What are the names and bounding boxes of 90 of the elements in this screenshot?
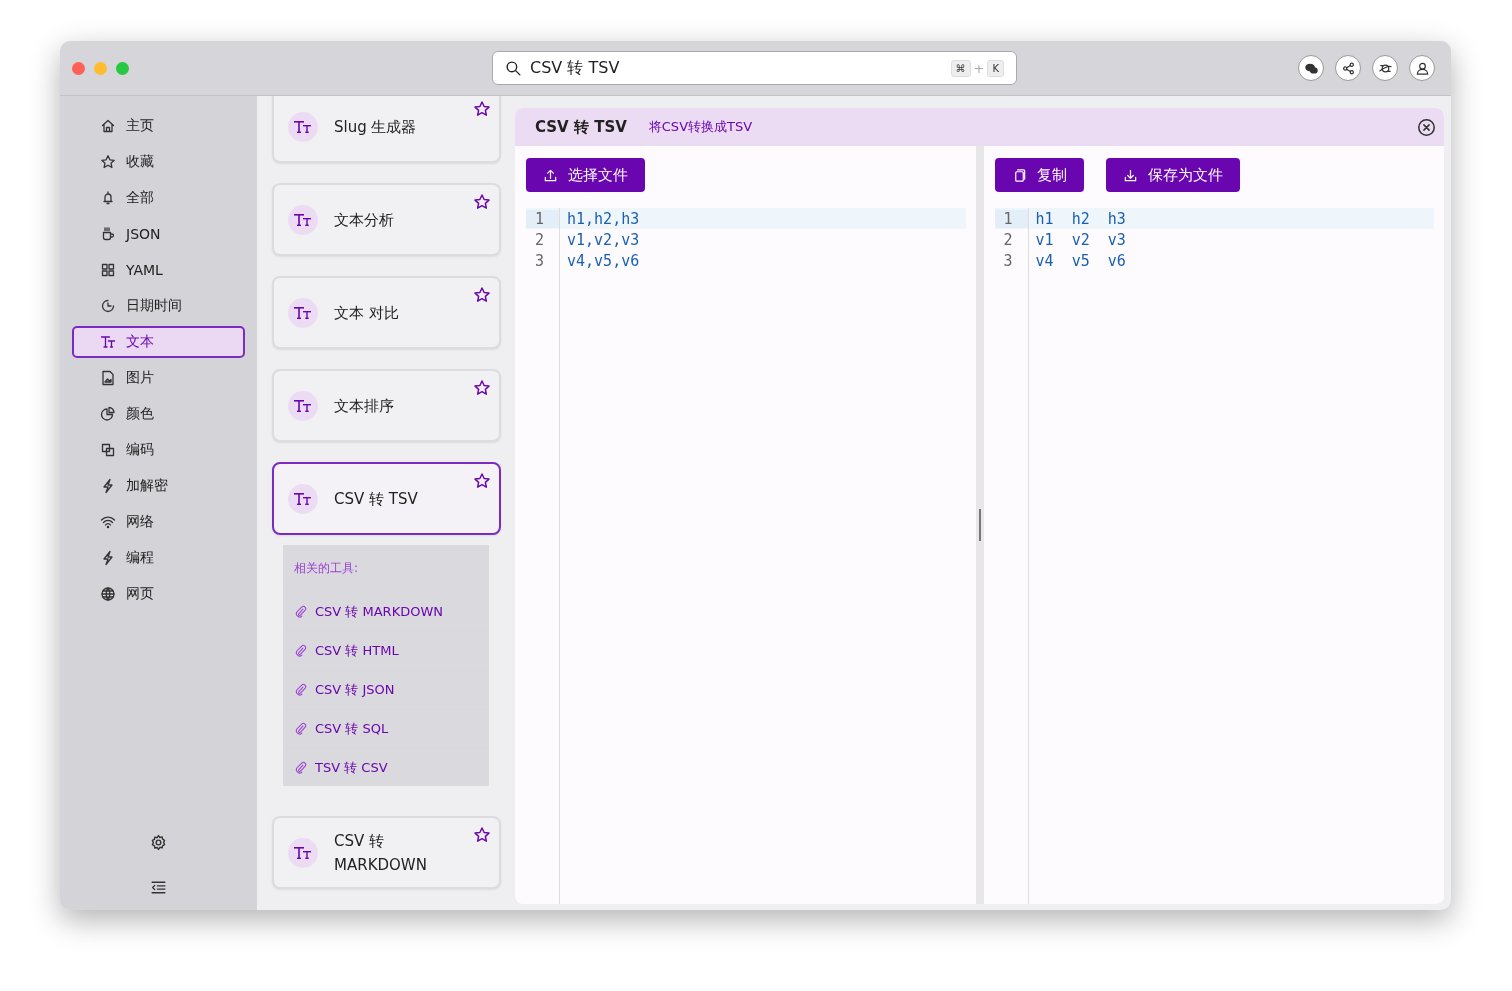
- bell-icon: [100, 190, 116, 206]
- tool-description: 将CSV转换成TSV: [648, 118, 753, 136]
- tool-card[interactable]: 文本 对比: [272, 276, 501, 349]
- star-icon: [100, 154, 116, 170]
- search-icon: [505, 59, 522, 77]
- tool-title: Slug 生成器: [334, 116, 417, 138]
- text-icon: [294, 490, 312, 507]
- clock-icon: [100, 298, 116, 314]
- code-text: v1,v2,v3: [566, 230, 640, 249]
- text-icon: [294, 844, 312, 861]
- code-text: h1,h2,h3: [566, 209, 640, 228]
- text-icon: [100, 334, 116, 350]
- line-number: 2: [534, 230, 546, 249]
- paperclip-icon: [294, 683, 307, 696]
- tool-card[interactable]: CSV 转 MARKDOWN: [272, 816, 501, 889]
- star-icon: [473, 286, 491, 304]
- globe-icon: [100, 586, 116, 602]
- sidebar-item[interactable]: 收藏: [72, 146, 245, 178]
- shortcut-key: K: [987, 59, 1004, 77]
- line-number: 3: [534, 251, 546, 270]
- pie-chart-icon: [100, 406, 116, 422]
- code-text: v4,v5,v6: [566, 251, 640, 270]
- sidebar-item[interactable]: 网络: [72, 506, 245, 538]
- tool-card[interactable]: CSV 转 TSV: [272, 462, 501, 535]
- code-text: h1 h2 h3: [1034, 209, 1126, 228]
- sidebar-item[interactable]: 全部: [72, 182, 245, 214]
- sidebar-item[interactable]: YAML: [72, 254, 245, 286]
- close-icon: [1417, 117, 1436, 137]
- code-text: v1 v2 v3: [1034, 230, 1126, 249]
- paperclip-icon: [294, 761, 307, 774]
- sidebar-item[interactable]: 网页: [72, 578, 245, 610]
- tool-title: 文本排序: [334, 395, 394, 417]
- tool-title: 文本分析: [334, 209, 394, 231]
- tool-card[interactable]: Slug 生成器: [272, 96, 501, 163]
- star-icon: [473, 193, 491, 211]
- tool-title: CSV 转 MARKDOWN: [334, 830, 428, 876]
- code-text: v4 v5 v6: [1034, 251, 1126, 270]
- sidebar-item[interactable]: 日期时间: [72, 290, 245, 322]
- sidebar-item[interactable]: 主页: [72, 110, 245, 142]
- copy-button[interactable]: 复制: [994, 158, 1084, 192]
- star-icon: [473, 100, 491, 118]
- sidebar-item[interactable]: 编码: [72, 434, 245, 466]
- shortcut-key: ⌘: [950, 59, 971, 77]
- house-icon: [100, 118, 116, 134]
- settings-icon: [150, 834, 167, 851]
- star-icon: [473, 379, 491, 397]
- save-file-button[interactable]: 保存为文件: [1105, 158, 1240, 192]
- cup-icon: [100, 226, 116, 242]
- paperclip-icon: [294, 605, 307, 618]
- line-number: 2: [1002, 230, 1014, 249]
- overlap-squares-icon: [100, 442, 116, 458]
- sidebar-item[interactable]: 颜色: [72, 398, 245, 430]
- text-icon: [294, 211, 312, 228]
- sidebar-item[interactable]: 图片: [72, 362, 245, 394]
- splitter-handle[interactable]: [978, 509, 981, 541]
- user-icon: [1414, 60, 1430, 76]
- paperclip-icon: [294, 644, 307, 657]
- tool-card[interactable]: 文本排序: [272, 369, 501, 442]
- sidebar-item[interactable]: 文本: [72, 326, 245, 358]
- user-button[interactable]: [1409, 55, 1435, 81]
- star-icon: [473, 826, 491, 844]
- sidebar-item[interactable]: 编程: [72, 542, 245, 574]
- sidebar-item[interactable]: 加解密: [72, 470, 245, 502]
- sidebar-item[interactable]: JSON: [72, 218, 245, 250]
- tool-title: 文本 对比: [334, 302, 399, 324]
- collapse-menu-icon: [150, 879, 167, 896]
- related-tools-heading: 相关的工具:: [294, 559, 359, 577]
- line-number: 3: [1002, 251, 1014, 270]
- text-icon: [294, 118, 312, 135]
- tool-title: CSV 转 TSV: [334, 488, 418, 510]
- tool-card[interactable]: 文本分析: [272, 183, 501, 256]
- paperclip-icon: [294, 722, 307, 735]
- star-icon: [473, 472, 491, 490]
- chat-bubbles-button[interactable]: [1298, 55, 1324, 81]
- wifi-icon: [100, 514, 116, 530]
- tool-heading: CSV 转 TSV: [535, 117, 627, 137]
- download-icon: [1122, 167, 1138, 183]
- image-icon: [100, 370, 116, 386]
- share-icon: [1340, 60, 1356, 76]
- upload-icon: [543, 167, 558, 183]
- close-button[interactable]: [1417, 117, 1436, 137]
- search-field[interactable]: CSV 转 TSV ⌘ + K: [492, 51, 1017, 85]
- text-icon: [294, 304, 312, 321]
- line-number: 1: [526, 209, 559, 228]
- line-number: 1: [994, 209, 1028, 228]
- grid-icon: [100, 262, 116, 278]
- text-icon: [294, 397, 312, 414]
- choose-file-button[interactable]: 选择文件: [526, 158, 645, 192]
- share-button[interactable]: [1335, 55, 1361, 81]
- plus-sign: +: [973, 60, 985, 76]
